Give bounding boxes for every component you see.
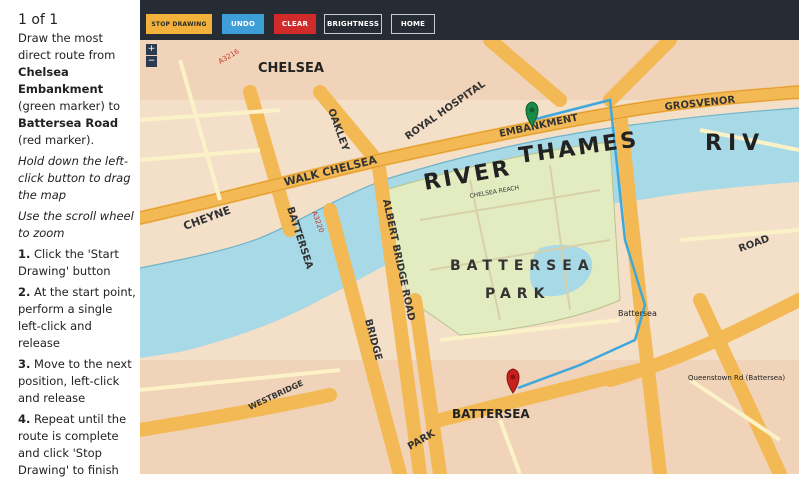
- tip-zoom: Use the scroll wheel to zoom: [18, 209, 134, 240]
- label-battersea-park-1: BATTERSEA: [450, 258, 595, 274]
- task-description: Draw the most direct route from Chelsea …: [18, 30, 136, 149]
- instructions-text: Draw the most direct route from Chelsea …: [18, 30, 136, 483]
- tip-drag: Hold down the left-click button to drag …: [18, 154, 131, 202]
- step-3-number: 3.: [18, 357, 31, 371]
- zoom-out-button[interactable]: −: [146, 56, 157, 67]
- map-toolbar: STOP DRAWING UNDO CLEAR BRIGHTNESS HOME: [140, 0, 799, 40]
- brightness-button[interactable]: BRIGHTNESS: [324, 14, 382, 34]
- task-text-1: Draw the most direct route from: [18, 31, 116, 62]
- map-canvas[interactable]: CHELSEA RIVER THAMES RIV BATTERSEA PARK …: [140, 0, 799, 474]
- question-counter: 1 of 1: [18, 12, 59, 28]
- step-2-number: 2.: [18, 285, 31, 299]
- map-image[interactable]: CHELSEA RIVER THAMES RIV BATTERSEA PARK …: [140, 0, 799, 474]
- step-1: 1. Click the 'Start Drawing' button: [18, 246, 136, 280]
- label-battersea: BATTERSEA: [452, 407, 530, 421]
- step-4: 4. Repeat until the route is complete an…: [18, 411, 136, 479]
- label-queenstown: Queenstown Rd (Battersea): [688, 374, 785, 382]
- step-1-number: 1.: [18, 247, 31, 261]
- instructions-panel: 1 of 1 Draw the most direct route from C…: [0, 0, 140, 477]
- step-3: 3. Move to the next position, left-click…: [18, 356, 136, 407]
- task-text-2: (green marker) to: [18, 99, 121, 113]
- label-riv: RIV: [705, 131, 765, 156]
- home-button[interactable]: HOME: [391, 14, 435, 34]
- step-3-text: Move to the next position, left-click an…: [18, 357, 132, 405]
- origin-name: Chelsea Embankment: [18, 65, 104, 96]
- stop-drawing-button[interactable]: STOP DRAWING: [146, 14, 212, 34]
- step-4-number: 4.: [18, 412, 31, 426]
- label-battersea-park-2: PARK: [485, 286, 550, 302]
- step-2: 2. At the start point, perform a single …: [18, 284, 136, 352]
- step-2-text: At the start point, perform a single lef…: [18, 285, 136, 350]
- step-4-text: Repeat until the route is complete and c…: [18, 412, 127, 477]
- label-battersea-station: Battersea: [618, 309, 657, 318]
- label-chelsea: CHELSEA: [258, 61, 324, 76]
- destination-name: Battersea Road: [18, 116, 119, 130]
- undo-button[interactable]: UNDO: [222, 14, 264, 34]
- clear-button[interactable]: CLEAR: [274, 14, 316, 34]
- zoom-in-button[interactable]: +: [146, 44, 157, 55]
- task-text-3: (red marker).: [18, 133, 95, 147]
- step-1-text: Click the 'Start Drawing' button: [18, 247, 119, 278]
